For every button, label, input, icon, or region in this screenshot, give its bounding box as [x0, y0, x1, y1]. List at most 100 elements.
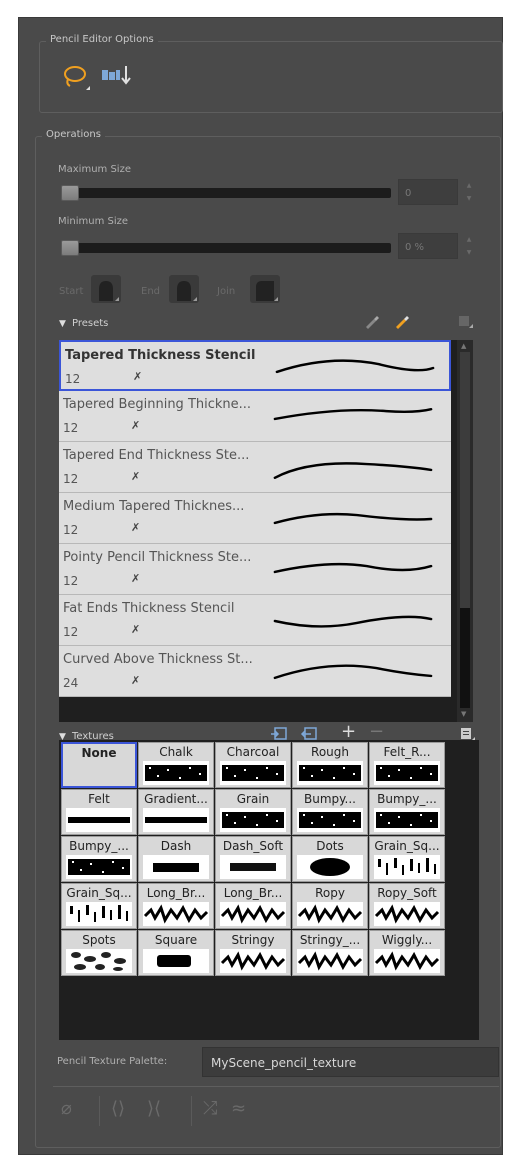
- texture-swatch[interactable]: Charcoal: [215, 742, 291, 788]
- preset-item[interactable]: Pointy Pencil Thickness Ste... 12 ✗: [59, 544, 451, 595]
- texture-swatch[interactable]: Spots: [61, 930, 137, 976]
- textures-grid[interactable]: None Chalk Charcoal Rough Felt_R... Felt Gradi…: [59, 740, 479, 1040]
- texture-swatch[interactable]: Grain_Sq...: [369, 836, 445, 882]
- minimum-size-spin-arrows[interactable]: ▲ ▼: [464, 233, 474, 259]
- new-preset-icon[interactable]: [363, 314, 381, 330]
- texture-swatch[interactable]: Dash_Soft: [215, 836, 291, 882]
- texture-swatch[interactable]: Felt_R...: [369, 742, 445, 788]
- preset-name: Fat Ends Thickness Stencil: [63, 601, 235, 616]
- texture-name: Grain: [236, 792, 270, 806]
- pencil-editor-options-group: Pencil Editor Options: [39, 34, 503, 113]
- texture-name: Bumpy_...: [377, 792, 437, 806]
- join-button[interactable]: [250, 275, 280, 303]
- contour-transform-icon[interactable]: [100, 62, 134, 92]
- preset-item[interactable]: Tapered Thickness Stencil 12 ✗: [59, 340, 451, 391]
- smooth-stroke-icon[interactable]: ≈: [231, 1098, 246, 1119]
- texture-swatch[interactable]: Stringy_...: [292, 930, 368, 976]
- end-cap-button[interactable]: [169, 275, 199, 303]
- texture-swatch[interactable]: Bumpy...: [292, 789, 368, 835]
- reverse-stroke-icon[interactable]: ⤮: [203, 1098, 217, 1119]
- texture-swatch[interactable]: Chalk: [138, 742, 214, 788]
- texture-swatch[interactable]: Dots: [292, 836, 368, 882]
- presets-scrollbar[interactable]: ▲ ▼: [457, 340, 473, 722]
- toolbar-separator: [99, 1096, 100, 1126]
- preset-item[interactable]: Medium Tapered Thicknes... 12 ✗: [59, 493, 451, 544]
- maximum-size-field[interactable]: 0: [398, 179, 458, 205]
- pencil-texture-palette-field[interactable]: MyScene_pencil_texture: [202, 1047, 499, 1077]
- minimum-size-field[interactable]: 0 %: [398, 233, 458, 259]
- preset-item[interactable]: Curved Above Thickness St... 24 ✗: [59, 646, 451, 697]
- texture-preview: [297, 808, 363, 832]
- texture-name: Ropy_Soft: [377, 886, 437, 900]
- texture-name: None: [81, 746, 117, 760]
- scroll-down-arrow-icon[interactable]: ▼: [461, 710, 466, 718]
- texture-name: Felt_R...: [383, 745, 431, 759]
- preset-size: 12: [65, 372, 81, 386]
- preset-item[interactable]: Tapered End Thickness Ste... 12 ✗: [59, 442, 451, 493]
- preset-stroke-preview: [273, 664, 433, 680]
- update-preset-icon[interactable]: [393, 314, 411, 330]
- preset-size: 12: [63, 523, 79, 537]
- texture-swatch[interactable]: Long_Br...: [215, 883, 291, 929]
- presets-collapse-triangle-icon[interactable]: ▼: [59, 319, 66, 329]
- thickness-stencil-icon: ✗: [131, 623, 141, 636]
- texture-swatch[interactable]: Felt: [61, 789, 137, 835]
- texture-name: Rough: [311, 745, 349, 759]
- preset-size: 12: [63, 574, 79, 588]
- toolbar-separator: [191, 1096, 192, 1126]
- texture-preview: [220, 855, 286, 879]
- texture-swatch[interactable]: Stringy: [215, 930, 291, 976]
- texture-swatch[interactable]: Long_Br...: [138, 883, 214, 929]
- texture-swatch[interactable]: Bumpy_...: [369, 789, 445, 835]
- texture-swatch[interactable]: Bumpy_...: [61, 836, 137, 882]
- texture-preview: [66, 902, 132, 926]
- texture-name: Dash: [160, 839, 192, 853]
- texture-swatch[interactable]: Rough: [292, 742, 368, 788]
- texture-swatch[interactable]: Dash: [138, 836, 214, 882]
- pinch-stroke-icon[interactable]: ⟩⟨: [147, 1098, 161, 1119]
- texture-preview: [143, 855, 209, 879]
- texture-preview: [297, 949, 363, 973]
- presets-list[interactable]: Curved Above Thickness St... 24 ✗ Fat Ends …: [59, 340, 473, 722]
- presets-header[interactable]: Presets: [72, 318, 108, 329]
- texture-swatch[interactable]: Gradient...: [138, 789, 214, 835]
- texture-name: Long_Br...: [223, 886, 283, 900]
- texture-name: Chalk: [159, 745, 193, 759]
- minimum-size-slider[interactable]: [61, 243, 391, 253]
- remove-texture-icon[interactable]: −: [369, 721, 384, 742]
- texture-swatch[interactable]: Wiggly...: [369, 930, 445, 976]
- preset-stroke-preview: [275, 359, 435, 374]
- presets-menu-icon[interactable]: [457, 314, 475, 330]
- preset-size: 12: [63, 625, 79, 639]
- texture-swatch[interactable]: Grain: [215, 789, 291, 835]
- texture-name: Spots: [82, 933, 116, 947]
- presets-scrollbar-thumb[interactable]: [460, 352, 470, 608]
- preset-item[interactable]: Fat Ends Thickness Stencil 12 ✗: [59, 595, 451, 646]
- texture-name: Charcoal: [226, 745, 280, 759]
- lasso-icon[interactable]: [60, 62, 90, 92]
- texture-preview: [374, 902, 440, 926]
- maximum-size-slider[interactable]: [61, 188, 391, 198]
- texture-preview: [66, 808, 132, 832]
- add-texture-icon[interactable]: +: [341, 721, 356, 742]
- maximum-size-slider-handle[interactable]: [61, 185, 79, 201]
- thickness-stencil-icon: ✗: [131, 419, 141, 432]
- maximum-size-spin-arrows[interactable]: ▲ ▼: [464, 179, 474, 205]
- start-cap-button[interactable]: [91, 275, 121, 303]
- preset-size: 24: [63, 676, 79, 690]
- start-cap-label: Start: [59, 286, 84, 297]
- pencil-tool-properties-panel: Pencil Editor Options Operations Maximum…: [18, 17, 503, 1155]
- pencil-to-brush-icon[interactable]: ⌀: [61, 1098, 72, 1119]
- preset-item[interactable]: Tapered Beginning Thickne... 12 ✗: [59, 391, 451, 442]
- scroll-up-arrow-icon[interactable]: ▲: [461, 342, 466, 350]
- texture-swatch[interactable]: None: [61, 742, 137, 788]
- texture-swatch[interactable]: Square: [138, 930, 214, 976]
- texture-preview: [66, 855, 132, 879]
- minimum-size-slider-handle[interactable]: [61, 240, 79, 256]
- texture-swatch[interactable]: Ropy: [292, 883, 368, 929]
- texture-swatch[interactable]: Ropy_Soft: [369, 883, 445, 929]
- join-label: Join: [217, 286, 236, 297]
- preset-stroke-preview: [273, 615, 433, 628]
- texture-swatch[interactable]: Grain_Sq...: [61, 883, 137, 929]
- expand-stroke-icon[interactable]: ⟨⟩: [111, 1098, 125, 1119]
